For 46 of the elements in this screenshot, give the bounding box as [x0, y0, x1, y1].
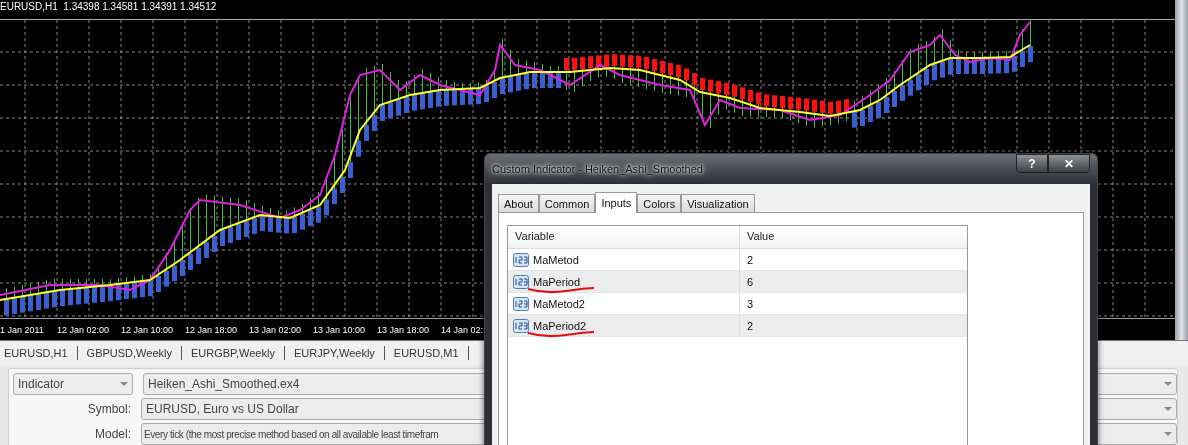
variable-cell: MaPeriod: [533, 275, 581, 288]
chart-tab[interactable]: EURJPY,Weekly: [289, 346, 385, 360]
time-axis-label: 14 Jan 02:: [441, 325, 485, 335]
time-axis-label: 12 Jan 10:00: [121, 325, 175, 335]
number-type-icon: [513, 318, 529, 333]
column-header[interactable]: Variable: [508, 226, 740, 248]
time-axis-label: 12 Jan 02:00: [57, 325, 111, 335]
caret-icon: [1164, 407, 1172, 411]
chart-tab[interactable]: EURGBP,Weekly: [186, 346, 285, 360]
number-type-icon: [513, 274, 529, 289]
variable-cell: MaMetod2: [533, 297, 585, 310]
field-label: Model:: [93, 427, 131, 441]
dialog-tab[interactable]: Visualization: [681, 194, 755, 212]
dialog-tab[interactable]: Common: [538, 194, 596, 212]
value-cell-text: 6: [746, 274, 754, 290]
number-type-icon: [513, 296, 529, 311]
variable-cell: MaPeriod2: [533, 319, 587, 332]
table-row[interactable]: MaPeriod 6: [508, 271, 967, 293]
dialog-tab[interactable]: Inputs: [595, 192, 638, 213]
time-axis-label: 13 Jan 18:00: [377, 325, 431, 335]
dropdown-field[interactable]: Indicator: [13, 373, 133, 395]
field-label: Symbol:: [86, 402, 131, 416]
caret-icon: [120, 382, 128, 386]
time-axis-label: 13 Jan 02:00: [249, 325, 303, 335]
table-row[interactable]: MaPeriod2 2: [508, 315, 967, 337]
dialog-title: Custom Indicator - Heiken_Ashi_Smoothed: [492, 163, 703, 175]
close-button[interactable]: ✕: [1048, 154, 1090, 173]
time-axis-label: 13 Jan 10:00: [313, 325, 367, 335]
chart-tab[interactable]: EURUSD,H1: [0, 346, 78, 360]
value-cell-text: 3: [746, 296, 754, 312]
time-axis-label: 1 Jan 2011: [0, 325, 45, 335]
chart-header-text: EURUSD,H1 1.34398 1.34581 1.34391 1.34512: [0, 1, 217, 12]
number-type-icon: [513, 252, 529, 267]
dialog-tab[interactable]: Colors: [637, 194, 682, 212]
variable-cell: MaMetod: [533, 253, 579, 266]
caret-icon: [1164, 382, 1172, 386]
column-header[interactable]: Value: [740, 226, 782, 248]
caret-icon: [1164, 432, 1172, 436]
value-cell-text: 2: [746, 318, 754, 334]
chart-tab[interactable]: GBPUSD,Weekly: [82, 346, 182, 360]
time-axis-label: 12 Jan 18:00: [185, 325, 239, 335]
dialog-tab[interactable]: About: [498, 194, 539, 212]
scrollbar[interactable]: [1175, 0, 1188, 340]
value-cell-text: 2: [746, 252, 754, 268]
help-button[interactable]: ?: [1016, 154, 1048, 173]
chart-tab[interactable]: EURUSD,M1: [389, 346, 469, 360]
